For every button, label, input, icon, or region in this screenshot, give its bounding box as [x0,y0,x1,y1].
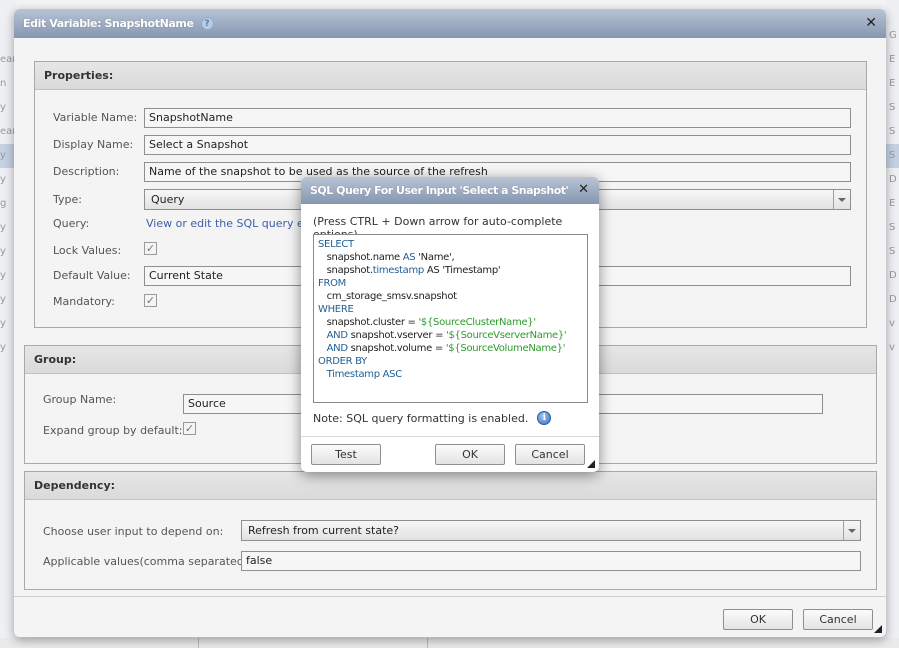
background-list-row: E [889,198,896,209]
background-list-row: G [889,30,897,41]
description-label: Description: [53,165,120,178]
sql-keyword: ORDER BY [318,356,367,367]
sql-line: WHERE [318,303,583,316]
background-list-row: D [889,294,897,305]
background-list-row: S [885,144,899,168]
sql-identifier [318,330,327,341]
footer-divider [14,596,886,597]
query-label: Query: [53,217,90,230]
expand-group-label: Expand group by default: [43,424,183,437]
dialog-title: Edit Variable: SnapshotName [23,17,194,30]
sql-resize-handle[interactable] [587,460,595,468]
sql-string: '${SourceVserverName}' [446,330,567,341]
dialog-header[interactable]: Edit Variable: SnapshotName ? ✕ [14,9,886,38]
sql-line: Timestamp ASC [318,368,583,381]
sql-identifier: cm_storage_smsv.snapshot [318,291,457,302]
help-icon[interactable]: ? [200,17,214,30]
type-select-value: Query [151,193,185,206]
background-list-row: S [889,222,896,233]
sql-keyword: WHERE [318,304,354,315]
display-name-field[interactable]: Select a Snapshot [144,135,851,155]
dependency-section: Dependency: Choose user input to depend … [24,471,877,590]
sql-keyword: Timestamp ASC [318,369,403,380]
sql-keyword: AND [326,330,348,341]
ok-button[interactable]: OK [723,609,793,630]
formatting-note-text: Note: SQL query formatting is enabled. [313,411,529,425]
formatting-note: Note: SQL query formatting is enabled. i [313,411,552,425]
sql-line: AND snapshot.vserver = '${SourceVserverN… [318,329,583,342]
applicable-values-field[interactable]: false [241,551,861,571]
sql-line: snapshot.timestamp AS 'Timestamp' [318,264,583,277]
sql-identifier: 'Name', [415,252,455,263]
sql-editor[interactable]: SELECT snapshot.name AS 'Name', snapshot… [313,234,588,403]
depend-on-select[interactable]: Refresh from current state? [241,520,861,541]
sql-identifier: AS [423,265,443,276]
background-list-row: S [889,102,896,113]
sql-keyword: FROM [318,278,346,289]
properties-heading: Properties: [35,62,866,90]
sql-line: snapshot.name AS 'Name', [318,251,583,264]
background-list-row: E [889,54,896,65]
lock-values-label: Lock Values: [53,244,122,257]
sql-keyword: AND [326,343,348,354]
dependency-heading: Dependency: [25,472,876,500]
applicable-values-label: Applicable values(comma separated): [43,555,252,568]
background-column-divider [198,638,199,648]
sql-line: snapshot.cluster = '${SourceClusterName}… [318,316,583,329]
sql-identifier: snapshot.volume = [347,343,446,354]
depend-on-label: Choose user input to depend on: [43,525,224,538]
sql-line: SELECT [318,238,583,251]
sql-query-dialog: SQL Query For User Input 'Select a Snaps… [301,177,599,472]
variable-name-label: Variable Name: [53,111,138,124]
sql-identifier: snapshot.cluster = [318,317,419,328]
mandatory-checkbox[interactable]: ✓ [144,294,157,307]
sql-identifier: snapshot.name [318,252,403,263]
cancel-button[interactable]: Cancel [803,609,873,630]
background-list-row: S [889,126,896,137]
sql-string: '${SourceClusterName}' [418,317,536,328]
sql-string: '${SourceVolumeName}' [445,343,566,354]
sql-identifier [318,343,327,354]
sql-keyword: AS [402,252,416,263]
group-name-label: Group Name: [43,393,117,406]
sql-dialog-header[interactable]: SQL Query For User Input 'Select a Snaps… [301,177,599,204]
chevron-down-icon[interactable] [843,521,860,540]
background-list-row: S [889,246,896,257]
chevron-down-icon[interactable] [833,190,850,209]
sql-ok-button[interactable]: OK [435,444,505,465]
background-list-row: v [889,318,895,329]
background-list-row: D [889,174,897,185]
test-button[interactable]: Test [311,444,381,465]
sql-keyword: SELECT [318,239,354,250]
sql-identifier: snapshot. [318,265,373,276]
close-icon[interactable]: ✕ [865,15,877,31]
background-list-right: GEESSSDESSDDvv [885,0,899,648]
background-list-row: v [889,342,895,353]
mandatory-label: Mandatory: [53,295,115,308]
lock-values-checkbox[interactable]: ✓ [144,242,157,255]
default-value-label: Default Value: [53,269,131,282]
sql-dialog-title: SQL Query For User Input 'Select a Snaps… [310,184,569,197]
sql-dialog-divider [301,436,599,437]
depend-on-select-value: Refresh from current state? [248,524,400,537]
expand-group-checkbox[interactable]: ✓ [183,422,196,435]
background-column-divider [427,638,428,648]
sql-line: FROM [318,277,583,290]
sql-identifier: snapshot.vserver = [347,330,447,341]
info-icon[interactable]: i [537,411,552,425]
background-list-row: E [889,78,896,89]
sql-identifier: 'Timestamp' [442,265,501,276]
sql-line: ORDER BY [318,355,583,368]
sql-keyword: timestamp [372,265,425,276]
type-label: Type: [53,193,82,206]
background-table-bottom [0,638,899,648]
sql-cancel-button[interactable]: Cancel [515,444,585,465]
display-name-label: Display Name: [53,138,134,151]
background-list-row: D [889,270,897,281]
resize-handle[interactable] [874,625,882,633]
variable-name-field[interactable]: SnapshotName [144,108,851,128]
close-icon[interactable]: ✕ [578,182,589,197]
sql-line: AND snapshot.volume = '${SourceVolumeNam… [318,342,583,355]
sql-line: cm_storage_smsv.snapshot [318,290,583,303]
